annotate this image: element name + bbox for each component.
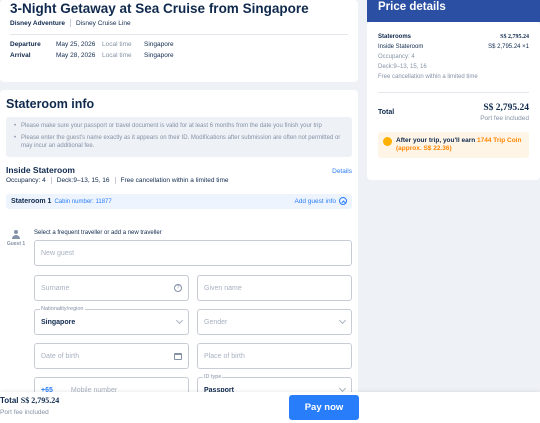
trip-coin-banner: After your trip, you'll earn 1744 Trip C… (378, 132, 529, 158)
ship-info: Disney Adventure Disney Cruise Line (10, 19, 348, 27)
date-of-birth-input[interactable]: Date of birth (34, 343, 189, 369)
earn-text: After your trip, you'll earn (396, 137, 476, 144)
new-guest-select[interactable]: New guest (34, 240, 352, 266)
staterooms-label: Staterooms (378, 34, 412, 40)
cabin-number: Cabin number: 11877 (54, 198, 112, 205)
arrival-date: May 28, 2026 (56, 52, 96, 59)
total-label: Total (378, 109, 395, 116)
gender-select[interactable]: Gender (197, 309, 352, 335)
guest-marker: Guest 1 (5, 230, 27, 247)
chevron-down-icon (175, 316, 184, 325)
arrival-row: Arrival May 28, 2026 Local time Singapor… (10, 52, 348, 59)
help-icon[interactable]: ? (174, 284, 182, 292)
staterooms-row: Staterooms S$ 2,795.24 (378, 32, 529, 42)
departure-label: Departure (10, 41, 41, 48)
staterooms-value: S$ 2,795.24 (500, 34, 529, 40)
add-guest-info-button[interactable]: Add guest info (294, 197, 347, 205)
guest-label: Guest 1 (6, 241, 26, 247)
nationality-label: Nationality/region (40, 306, 85, 312)
stateroom-info-card: Stateroom info Please make sure your pas… (0, 90, 358, 423)
pay-now-button[interactable]: Pay now (289, 395, 359, 420)
chevron-down-icon (338, 384, 347, 393)
divider (378, 92, 529, 93)
divider (10, 34, 348, 35)
total-row: Total S$ 2,795.24 Port fee included (378, 103, 529, 122)
id-type-label: ID type (203, 374, 223, 380)
total-amount-block: S$ 2,795.24 Port fee included (480, 103, 529, 122)
price-occupancy: Occupancy: 4 (378, 54, 415, 60)
arrival-place: Singapore (144, 52, 174, 59)
price-cancellation: Free cancellation within a limited time (378, 74, 478, 80)
notice-item: Please enter the guest's name exactly as… (14, 134, 344, 151)
occupancy: Occupancy: 4 (6, 176, 46, 184)
ship-name: Disney Adventure (10, 19, 66, 27)
given-name-input[interactable]: Given name (197, 275, 352, 301)
surname-input[interactable]: Surname ? (34, 275, 189, 301)
bottom-port-fee: Port fee included (0, 409, 49, 416)
earn-coins: 1744 Trip Coin (477, 137, 522, 144)
stateroom-bar: Stateroom 1 Cabin number: 11877 Add guest… (6, 193, 352, 209)
add-guest-label: Add guest info (294, 197, 336, 205)
bottom-total-value: S$ 2,795.24 (20, 396, 60, 405)
stateroom-info-title: Stateroom info (6, 97, 95, 111)
arrival-label: Arrival (10, 52, 31, 59)
arrival-time-label: Local time (102, 52, 132, 59)
deck: Deck:9–13, 15, 16 (56, 176, 110, 184)
divider (70, 19, 72, 27)
inside-stateroom-label: Inside Stateroom (378, 44, 424, 50)
departure-row: Departure May 25, 2026 Local time Singap… (10, 41, 348, 48)
room-type-header: Inside Stateroom Details (6, 165, 352, 175)
nationality-select[interactable]: Nationality/region Singapore (34, 306, 189, 335)
divider (50, 176, 52, 184)
price-deck: Deck:9–13, 15, 16 (378, 64, 427, 70)
bottom-total-label: Total (0, 396, 19, 405)
new-guest-placeholder: New guest (41, 249, 75, 257)
pob-placeholder: Place of birth (204, 352, 245, 360)
user-icon (11, 230, 21, 240)
total-amount: S$ 2,795.24 (483, 103, 529, 113)
surname-placeholder: Surname (41, 284, 70, 292)
form-hint: Select a frequent traveller or add a new… (34, 230, 162, 236)
guest-form: Select a frequent traveller or add a new… (34, 230, 352, 403)
inside-stateroom-value: S$ 2,795.24 ×1 (488, 44, 529, 50)
room-type: Inside Stateroom (6, 164, 75, 175)
given-name-placeholder: Given name (204, 284, 242, 292)
earn-approx: (approx. S$ 22.36) (396, 145, 452, 152)
details-link[interactable]: Details (332, 168, 352, 175)
place-of-birth-input[interactable]: Place of birth (197, 343, 352, 369)
inside-stateroom-row: Inside Stateroom S$ 2,795.24 ×1 (378, 42, 529, 52)
cancellation-policy: Free cancellation within a limited time (120, 176, 229, 184)
dob-placeholder: Date of birth (41, 352, 80, 360)
price-details-title: Price details (367, 0, 540, 22)
stateroom-number: Stateroom 1 (11, 197, 52, 205)
notice-box: Please make sure your passport or travel… (6, 117, 352, 157)
departure-date: May 25, 2026 (56, 41, 96, 48)
departure-place: Singapore (144, 41, 174, 48)
trip-summary-card: 3-Night Getaway at Sea Cruise from Singa… (0, 0, 358, 82)
divider (114, 176, 116, 184)
coin-icon (383, 137, 392, 146)
bottom-total: Total S$ 2,795.24 (0, 396, 59, 405)
notice-item: Please make sure your passport or travel… (14, 122, 344, 131)
chevron-up-icon (339, 197, 347, 205)
room-meta: Occupancy: 4 Deck:9–13, 15, 16 Free canc… (6, 176, 352, 184)
trip-title: 3-Night Getaway at Sea Cruise from Singa… (10, 1, 309, 16)
stateroom-label: Stateroom 1 Cabin number: 11877 (11, 198, 112, 205)
port-fee-note: Port fee included (480, 115, 529, 122)
calendar-icon (174, 352, 182, 360)
nationality-value: Singapore (41, 318, 76, 326)
chevron-down-icon (338, 316, 347, 325)
price-details-card: Staterooms S$ 2,795.24 Inside Stateroom … (367, 22, 540, 180)
departure-time-label: Local time (102, 41, 132, 48)
gender-placeholder: Gender (204, 318, 228, 326)
bottom-pay-bar: Total S$ 2,795.24 Port fee included Pay … (0, 392, 540, 423)
cruise-line: Disney Cruise Line (76, 19, 131, 27)
